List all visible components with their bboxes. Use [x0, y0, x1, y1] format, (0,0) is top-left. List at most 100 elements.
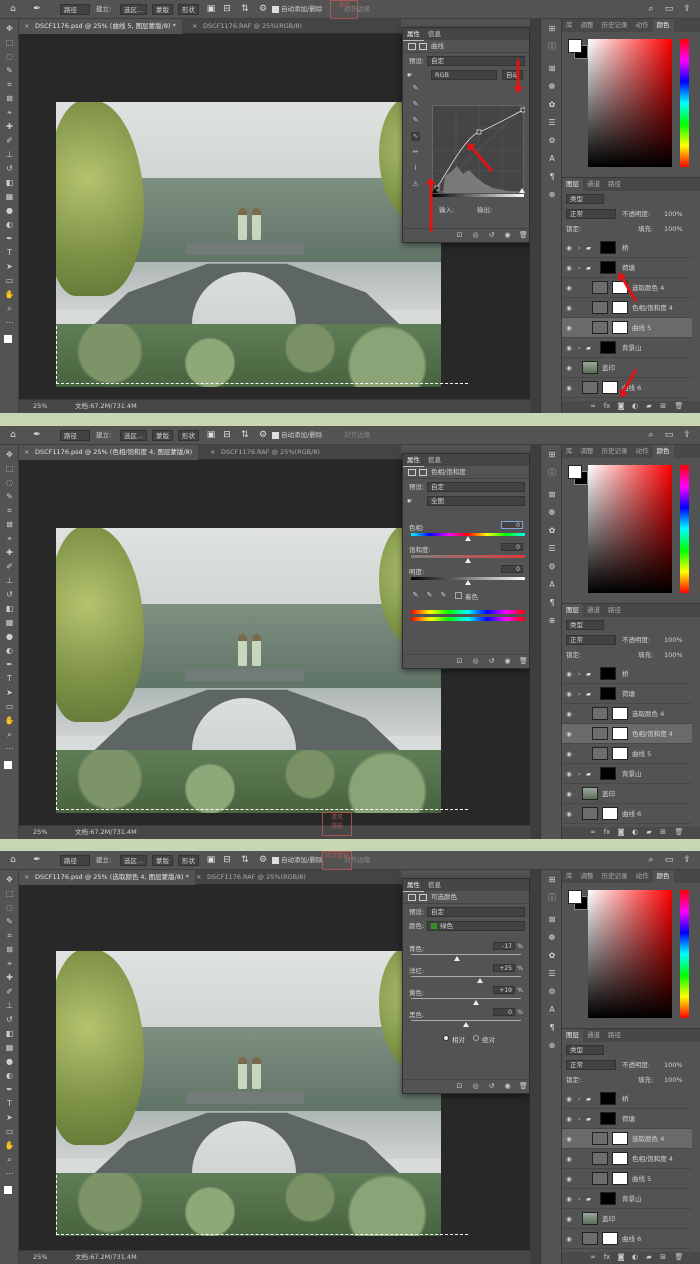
character-icon[interactable]: A: [546, 153, 558, 165]
tab-psd[interactable]: × DSCF1176.psd @ 25% (选取颜色 4, 图层蒙版/8) *: [19, 870, 195, 885]
eye-icon[interactable]: ◉: [565, 1129, 573, 1149]
tab-color[interactable]: 颜色: [652, 19, 674, 32]
eye-icon[interactable]: ◉: [565, 258, 573, 278]
tab-layers[interactable]: 图层: [562, 1029, 583, 1042]
layer-row[interactable]: ◉ › ▰ 背景山: [562, 338, 692, 358]
eye-icon[interactable]: ◉: [565, 1089, 573, 1109]
gradient-tool-icon[interactable]: ▦: [4, 1042, 15, 1053]
layer-row[interactable]: ◉ › ▰ 荷塘: [562, 684, 692, 704]
eraser-tool-icon[interactable]: ◧: [4, 177, 15, 188]
mask-thumbnail[interactable]: [612, 321, 628, 334]
eye-icon[interactable]: ◉: [565, 278, 573, 298]
mask-icon[interactable]: [419, 43, 427, 50]
tab-history[interactable]: 历史记录: [598, 445, 632, 458]
tab-history[interactable]: 历史记录: [598, 19, 632, 32]
properties-icon[interactable]: ☰: [546, 117, 558, 129]
mask-thumbnail[interactable]: [600, 241, 616, 254]
type-tool-icon[interactable]: T: [4, 673, 15, 684]
pen-tool-icon[interactable]: ✒: [4, 1084, 15, 1095]
glyph-icon[interactable]: ⊕: [546, 615, 558, 627]
tab-adjustments[interactable]: 调整: [577, 19, 598, 32]
history-panel-icon[interactable]: ⊞: [546, 449, 558, 461]
add-mask-icon[interactable]: ◙: [616, 1253, 626, 1261]
fx-icon[interactable]: fx: [602, 828, 612, 836]
mask-icon[interactable]: [419, 469, 427, 476]
chevron-right-icon[interactable]: ›: [578, 1109, 581, 1129]
path-align-icon[interactable]: ⊟: [222, 4, 232, 14]
more-tools-icon[interactable]: ⋯: [4, 317, 15, 328]
eye-icon[interactable]: ◉: [565, 704, 573, 724]
type-tool-icon[interactable]: T: [4, 1098, 15, 1109]
adjustment-icon[interactable]: [592, 281, 608, 294]
layer-row[interactable]: ◉ 色相/饱和度 4: [562, 724, 692, 744]
layer-row[interactable]: ◉ › ▰ 荷塘: [562, 1109, 692, 1129]
selective-color-value-input[interactable]: -17: [493, 942, 515, 950]
history-brush-icon[interactable]: ↺: [4, 589, 15, 600]
curve-pencil-icon[interactable]: ✏: [411, 148, 420, 157]
chevron-right-icon[interactable]: ›: [578, 338, 581, 358]
history-panel-icon[interactable]: ⊞: [546, 874, 558, 886]
path-mode-select[interactable]: 路径: [60, 855, 90, 866]
layer-row[interactable]: ◉ › ▰ 桥: [562, 238, 692, 258]
layer-thumbnail[interactable]: [582, 361, 598, 374]
layer-row[interactable]: ◉ › ▰ 背景山: [562, 764, 692, 784]
share-icon[interactable]: ⇪: [682, 430, 692, 440]
crop-tool-icon[interactable]: ⌗: [4, 930, 15, 941]
reset-icon[interactable]: ↺: [487, 231, 496, 240]
selective-color-slider[interactable]: [411, 976, 521, 977]
path-arrange-icon[interactable]: ⇅: [240, 430, 250, 440]
gradient-tool-icon[interactable]: ▦: [4, 191, 15, 202]
layer-row[interactable]: ◉ 曲线 5: [562, 318, 692, 338]
eye-icon[interactable]: ◉: [565, 1189, 573, 1209]
info-panel-icon[interactable]: ⓘ: [546, 41, 558, 53]
clip-to-layer-icon[interactable]: ⊡: [455, 231, 464, 240]
eye-icon[interactable]: ◉: [565, 1109, 573, 1129]
dodge-tool-icon[interactable]: ◐: [4, 645, 15, 656]
frame-tool-icon[interactable]: ⊠: [4, 93, 15, 104]
tab-channels[interactable]: 通道: [583, 1029, 604, 1042]
gear-icon[interactable]: ⚙: [258, 430, 268, 440]
mask-button[interactable]: 蒙版: [152, 855, 173, 866]
smooth-curve-icon[interactable]: ⌇: [411, 164, 420, 173]
color-select[interactable]: 绿色: [427, 921, 525, 931]
history-brush-icon[interactable]: ↺: [4, 1014, 15, 1025]
trash-icon[interactable]: 🗑: [674, 402, 684, 410]
gray-eyedropper-icon[interactable]: ✎: [411, 100, 420, 109]
opacity-value[interactable]: 100%: [664, 1060, 683, 1070]
layer-row[interactable]: ◉ 选取颜色 4: [562, 1129, 692, 1149]
curve-point-icon[interactable]: ∿: [411, 132, 420, 141]
paragraph-icon[interactable]: ¶: [546, 597, 558, 609]
new-adjustment-icon[interactable]: ◐: [630, 828, 640, 836]
color-field[interactable]: [588, 465, 672, 593]
layer-row[interactable]: ◉ 盖印: [562, 358, 692, 378]
visibility-icon[interactable]: ◉: [503, 657, 512, 666]
blur-tool-icon[interactable]: ●: [4, 1056, 15, 1067]
selection-button[interactable]: 选区...: [120, 855, 148, 866]
selective-color-value-input[interactable]: +25: [493, 964, 515, 972]
visibility-icon[interactable]: ◉: [503, 231, 512, 240]
move-tool-icon[interactable]: ✥: [4, 23, 15, 34]
history-panel-icon[interactable]: ⊞: [546, 23, 558, 35]
eye-icon[interactable]: ◉: [565, 744, 573, 764]
path-align-icon[interactable]: ⊟: [222, 430, 232, 440]
eye-icon[interactable]: ◉: [565, 1169, 573, 1189]
zoom-readout[interactable]: 25%: [33, 826, 47, 839]
reset-icon[interactable]: ↺: [487, 657, 496, 666]
selection-button[interactable]: 选区...: [120, 4, 148, 15]
stamp-tool-icon[interactable]: ⊥: [4, 575, 15, 586]
eye-icon[interactable]: ◉: [565, 1209, 573, 1229]
eraser-tool-icon[interactable]: ◧: [4, 603, 15, 614]
eye-icon[interactable]: ◉: [565, 318, 573, 338]
path-align-icon[interactable]: ⊟: [222, 855, 232, 865]
share-icon[interactable]: ⇪: [682, 4, 692, 14]
rectangle-tool-icon[interactable]: ▭: [4, 1126, 15, 1137]
view-previous-icon[interactable]: ◎: [471, 1082, 480, 1091]
path-mode-select[interactable]: 路径: [60, 430, 90, 441]
zoom-tool-icon[interactable]: ⌕: [4, 729, 15, 740]
mask-thumbnail[interactable]: [612, 1152, 628, 1165]
crop-tool-icon[interactable]: ⌗: [4, 505, 15, 516]
tab-adjustments[interactable]: 调整: [577, 445, 598, 458]
path-select-icon[interactable]: ➤: [4, 261, 15, 272]
brush-tool-icon[interactable]: ✐: [4, 561, 15, 572]
tab-paths[interactable]: 路径: [604, 178, 625, 191]
